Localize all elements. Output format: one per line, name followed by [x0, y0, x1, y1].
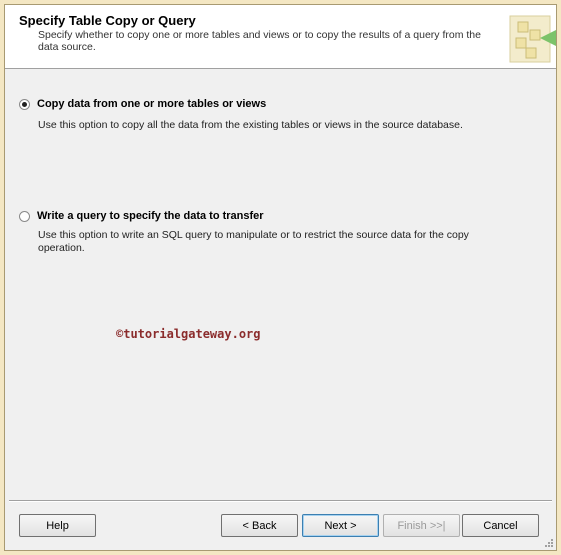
resize-grip-icon[interactable]	[544, 538, 554, 548]
copy-tables-description: Use this option to copy all the data fro…	[38, 119, 463, 131]
wizard-header: Specify Table Copy or Query Specify whet…	[5, 5, 556, 69]
write-query-radio[interactable]	[19, 210, 30, 222]
copy-tables-radio[interactable]	[19, 98, 30, 110]
cancel-button[interactable]: Cancel	[462, 514, 539, 537]
wizard-graphic-icon	[509, 15, 556, 63]
write-query-description: Use this option to write an SQL query to…	[38, 229, 469, 254]
write-query-label[interactable]: Write a query to specify the data to tra…	[37, 210, 264, 222]
option-copy-tables[interactable]: Copy data from one or more tables or vie…	[19, 98, 266, 110]
wizard-window: Specify Table Copy or Query Specify whet…	[4, 4, 557, 551]
page-title: Specify Table Copy or Query	[19, 13, 196, 28]
back-button[interactable]: < Back	[221, 514, 298, 537]
help-button[interactable]: Help	[19, 514, 96, 537]
finish-button[interactable]: Finish >>|	[383, 514, 460, 537]
option-write-query[interactable]: Write a query to specify the data to tra…	[19, 210, 264, 222]
watermark: ©tutorialgateway.org	[116, 327, 261, 341]
page-description: Specify whether to copy one or more tabl…	[38, 29, 481, 53]
copy-tables-label[interactable]: Copy data from one or more tables or vie…	[37, 98, 266, 110]
next-button[interactable]: Next >	[302, 514, 379, 537]
footer-divider	[9, 500, 552, 502]
